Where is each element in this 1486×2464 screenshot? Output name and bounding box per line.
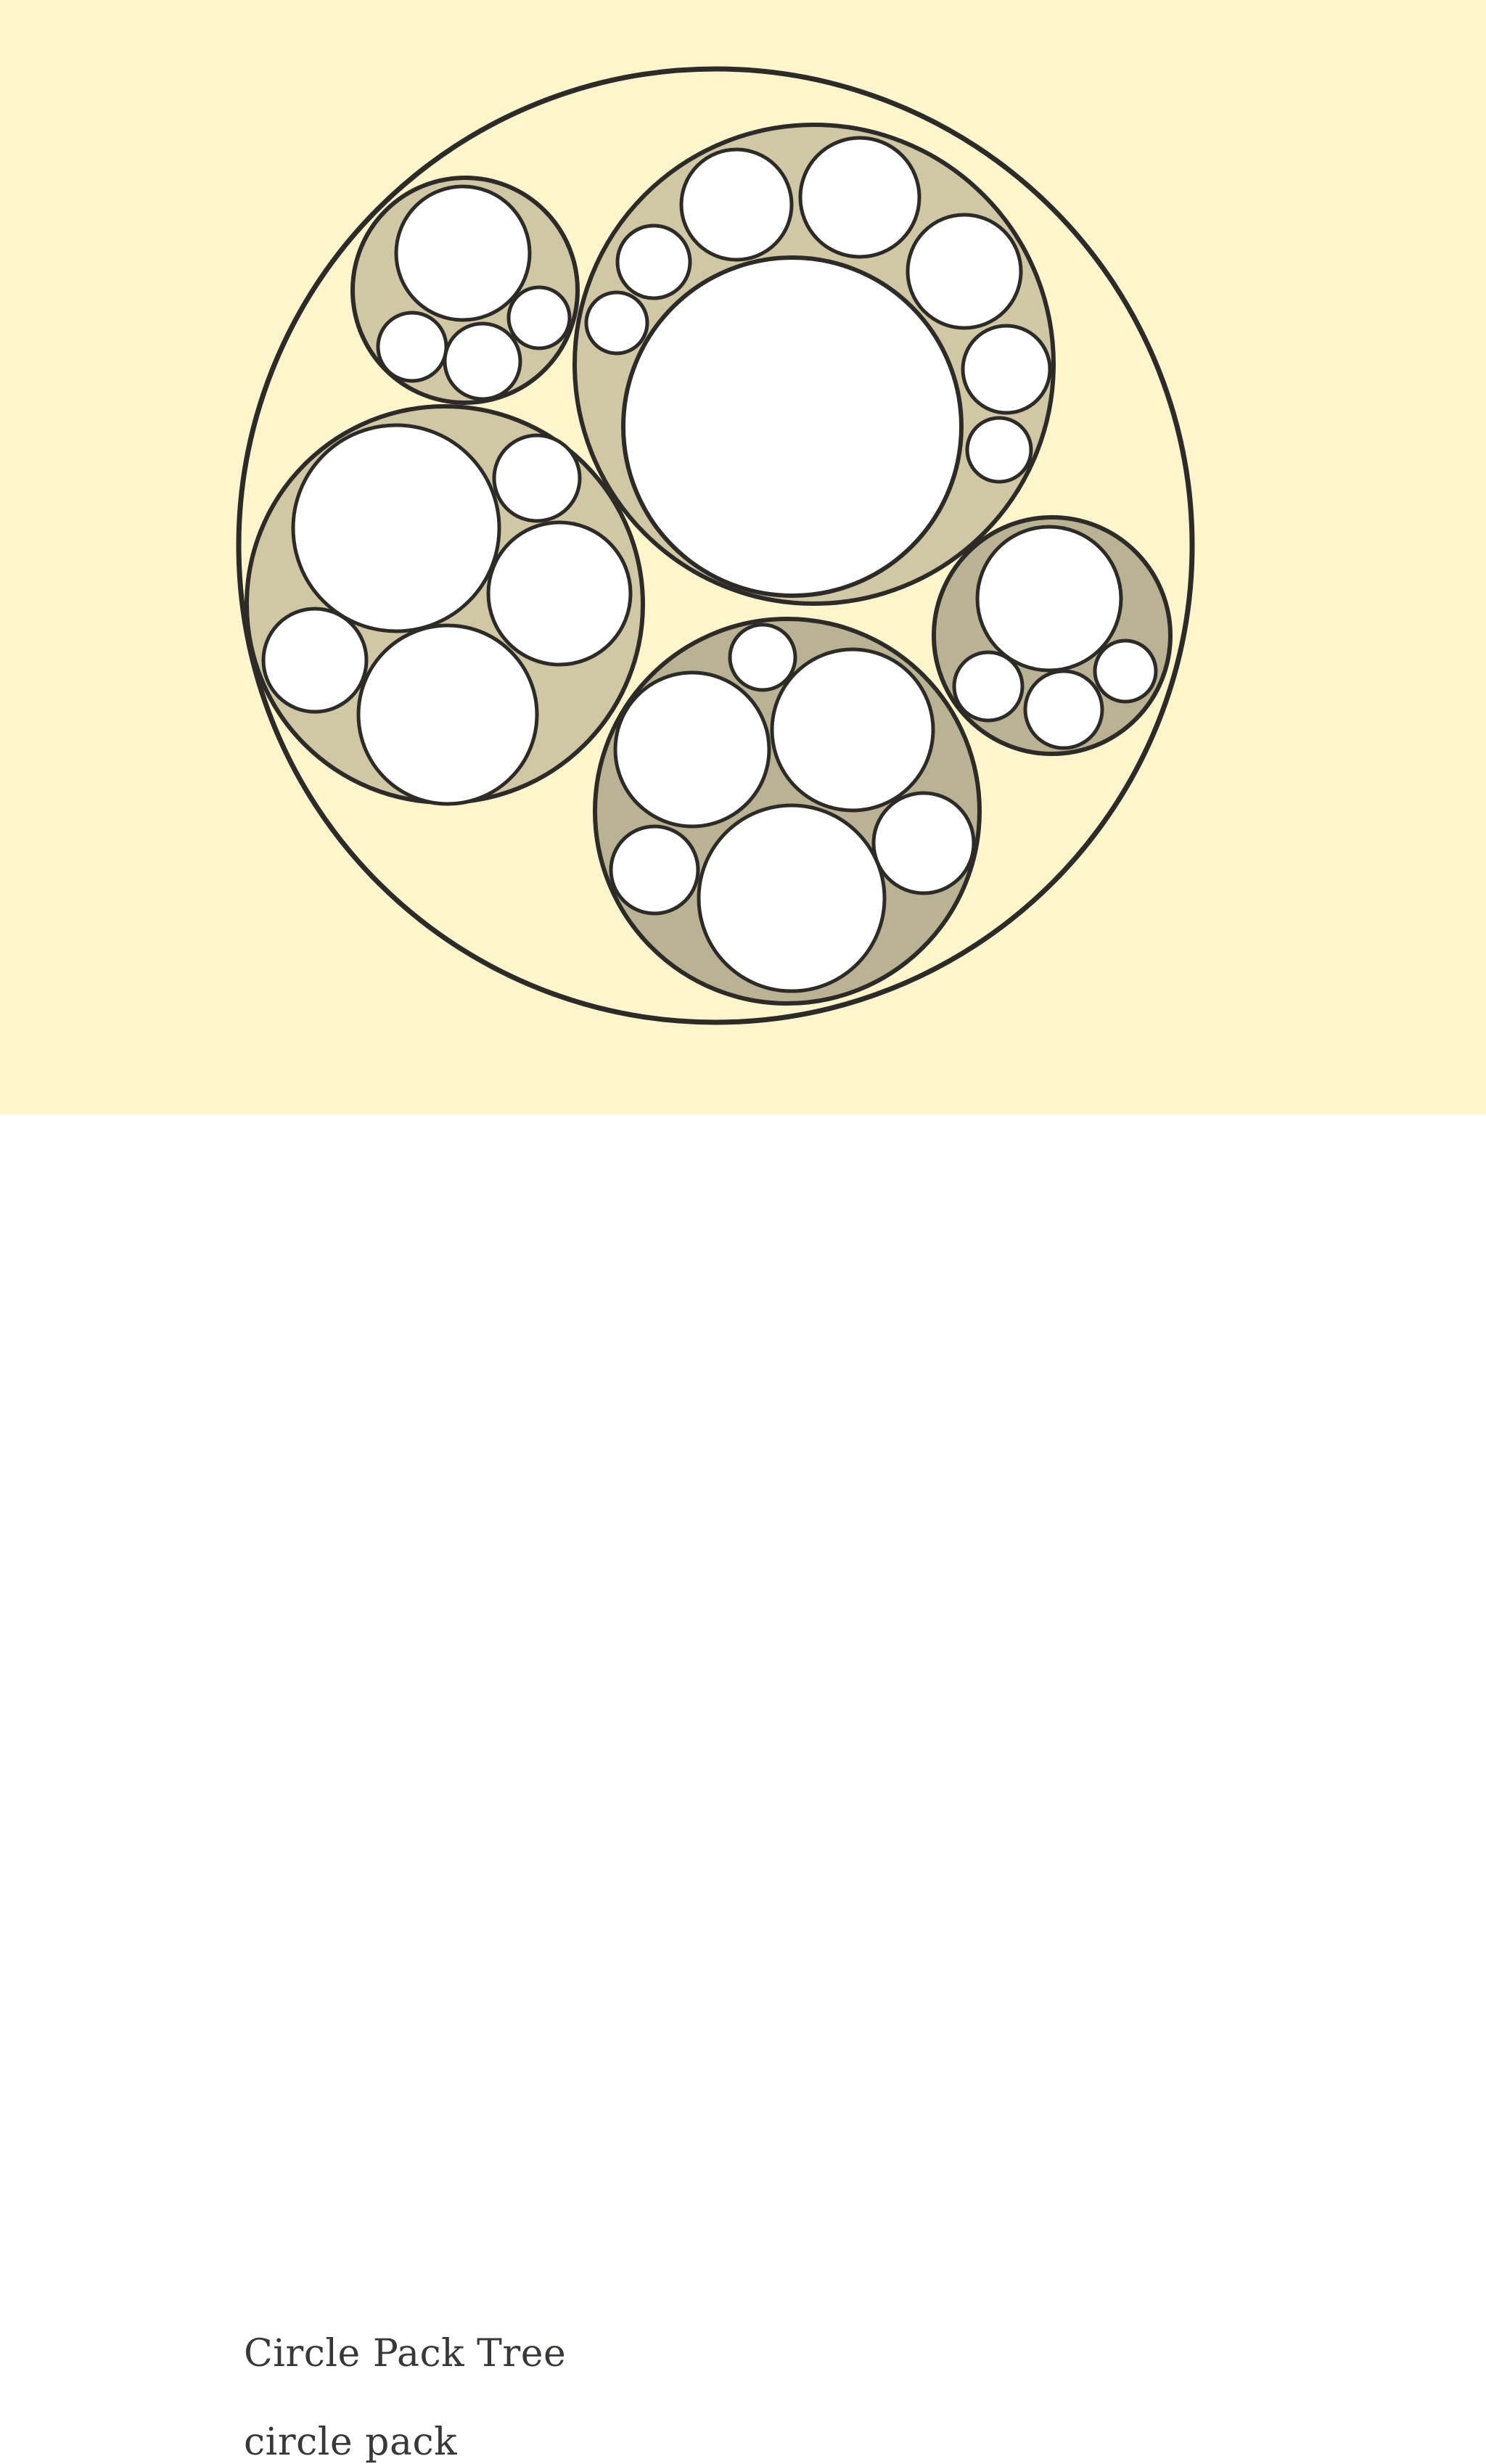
leaf-circle	[1093, 638, 1158, 704]
leaf-circle	[394, 184, 532, 322]
leaf-circle	[871, 791, 976, 895]
leaf-circle	[291, 423, 501, 633]
caption-area: Circle Pack Tree circle pack	[0, 1114, 1486, 2464]
page-subtitle: circle pack	[244, 2420, 458, 2464]
leaf-circle	[356, 623, 539, 806]
page-title: Circle Pack Tree	[244, 2332, 567, 2375]
leaf-circle	[728, 623, 797, 692]
leaf-circle	[506, 285, 572, 350]
leaf-circle	[621, 255, 964, 598]
leaf-circle	[486, 520, 633, 667]
leaf-circle	[952, 650, 1025, 723]
leaf-circle	[906, 213, 1023, 330]
leaf-circle	[443, 321, 522, 401]
leaf-circle	[584, 290, 649, 356]
leaf-circle	[697, 803, 887, 993]
leaf-circle	[261, 607, 369, 714]
group-right	[932, 515, 1173, 756]
leaf-circle	[376, 311, 448, 383]
leaf-circle	[798, 136, 921, 259]
group-top-right	[572, 123, 1056, 606]
group-bottom	[593, 617, 982, 1006]
leaf-circle	[961, 324, 1052, 415]
leaf-circle	[1023, 669, 1104, 750]
leaf-circle	[975, 525, 1123, 673]
circle-pack-diagram	[236, 66, 1195, 1025]
diagram-canvas	[0, 0, 1486, 1114]
group-top-left	[350, 176, 580, 405]
leaf-circle	[965, 416, 1033, 484]
leaf-circle	[492, 433, 582, 523]
leaf-circle	[679, 147, 794, 262]
group-left	[245, 404, 645, 806]
leaf-circle	[615, 223, 692, 300]
leaf-circle	[609, 824, 700, 916]
leaf-circle	[613, 670, 771, 829]
leaf-circle	[770, 647, 935, 813]
